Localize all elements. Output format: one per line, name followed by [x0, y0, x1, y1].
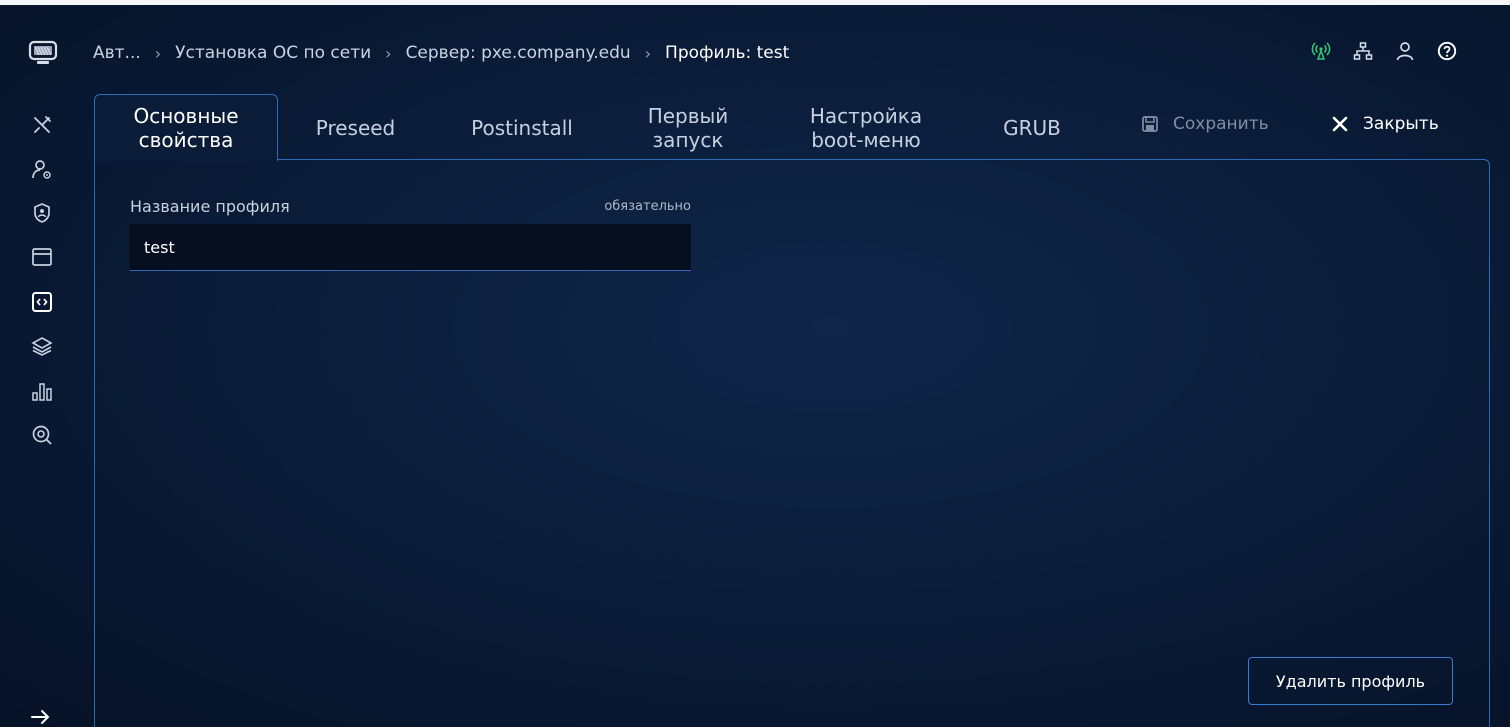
tab-bar: Основные свойства Preseed Postinstall Пер…: [94, 94, 1097, 161]
bar-chart-icon[interactable]: [30, 379, 54, 403]
chevron-right-icon: ›: [644, 43, 652, 63]
close-button-label: Закрыть: [1363, 114, 1439, 134]
breadcrumb-item[interactable]: Сервер: pxe.company.edu: [406, 43, 631, 63]
tab-label: Preseed: [315, 115, 396, 140]
tab-preseed[interactable]: Preseed: [278, 94, 433, 160]
tab-label: GRUB: [1003, 115, 1061, 140]
tab-label: Postinstall: [471, 115, 573, 140]
required-hint: обязательно: [604, 199, 691, 214]
breadcrumb-item[interactable]: Авт...: [93, 43, 141, 63]
tools-icon[interactable]: [30, 113, 54, 137]
help-icon[interactable]: [1436, 40, 1458, 62]
tab-label-line: Основные: [133, 104, 239, 128]
tab-label-line: свойства: [138, 128, 234, 152]
window-top-border: [0, 0, 1510, 5]
badge-icon[interactable]: [30, 201, 54, 225]
profile-name-label: Название профиля: [130, 197, 290, 216]
tab-label-line: boot-меню: [811, 127, 921, 152]
breadcrumb-item[interactable]: Установка ОС по сети: [175, 43, 371, 63]
tab-boot-menu[interactable]: Настройка boot-меню: [765, 94, 967, 160]
search-refresh-icon[interactable]: [30, 423, 54, 447]
network-tree-icon[interactable]: [1352, 40, 1374, 62]
save-button-label: Сохранить: [1173, 114, 1269, 134]
header-icons: [1310, 40, 1458, 62]
tab-label-line: Первый: [647, 103, 729, 128]
chevron-right-icon: ›: [154, 43, 162, 63]
layers-icon[interactable]: [30, 334, 54, 358]
delete-profile-button[interactable]: Удалить профиль: [1248, 657, 1453, 705]
tab-first-boot[interactable]: Первый запуск: [611, 94, 765, 160]
app-logo-icon[interactable]: [28, 39, 58, 67]
network-status-icon[interactable]: [1310, 40, 1332, 62]
tab-label-line: Настройка: [809, 103, 923, 128]
user-settings-icon[interactable]: [30, 158, 54, 182]
profile-name-input[interactable]: [130, 224, 691, 271]
user-icon[interactable]: [1394, 40, 1416, 62]
tab-label-line: запуск: [652, 127, 724, 152]
tab-postinstall[interactable]: Postinstall: [433, 94, 611, 160]
expand-sidebar-arrow-icon[interactable]: [30, 708, 52, 726]
breadcrumb-current: Профиль: test: [665, 43, 790, 63]
close-icon: [1332, 116, 1348, 132]
window-icon[interactable]: [30, 245, 54, 269]
save-button[interactable]: Сохранить: [1141, 114, 1269, 134]
code-file-icon[interactable]: [30, 290, 54, 314]
chevron-right-icon: ›: [385, 43, 392, 63]
floppy-disk-icon: [1142, 116, 1158, 132]
tab-main-properties[interactable]: Основные свойства: [94, 94, 278, 161]
close-button[interactable]: Закрыть: [1331, 114, 1439, 134]
breadcrumb: Авт... › Установка ОС по сети › Сервер: …: [93, 40, 789, 66]
tab-grub[interactable]: GRUB: [967, 94, 1097, 160]
